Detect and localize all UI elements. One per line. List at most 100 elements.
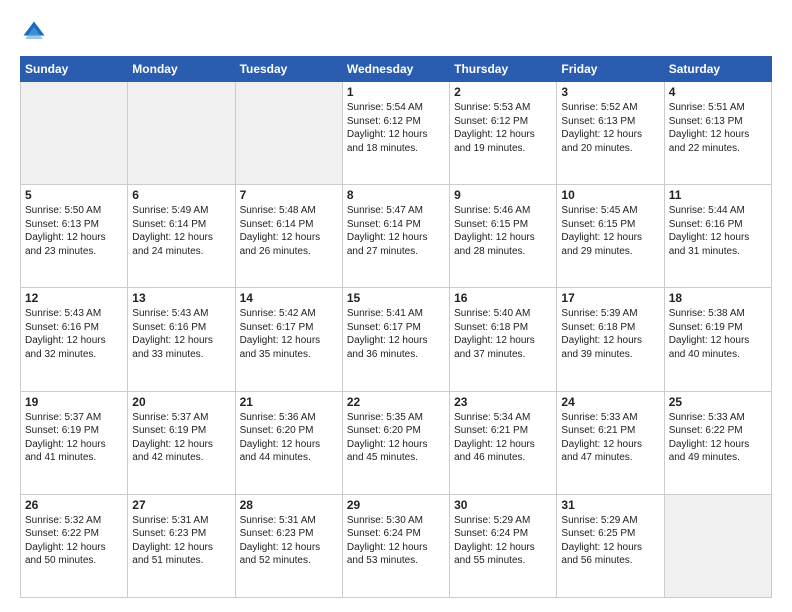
- day-number: 9: [454, 188, 552, 202]
- day-number: 8: [347, 188, 445, 202]
- calendar-cell: 10 Sunrise: 5:45 AMSunset: 6:15 PMDayligh…: [557, 185, 664, 288]
- calendar-cell: 21 Sunrise: 5:36 AMSunset: 6:20 PMDayligh…: [235, 391, 342, 494]
- page: SundayMondayTuesdayWednesdayThursdayFrid…: [0, 0, 792, 612]
- calendar-week-row: 19 Sunrise: 5:37 AMSunset: 6:19 PMDayligh…: [21, 391, 772, 494]
- calendar-cell: 16 Sunrise: 5:40 AMSunset: 6:18 PMDayligh…: [450, 288, 557, 391]
- cell-info: Sunrise: 5:29 AMSunset: 6:24 PMDaylight:…: [454, 514, 552, 568]
- calendar-cell: [664, 494, 771, 597]
- cell-info: Sunrise: 5:43 AMSunset: 6:16 PMDaylight:…: [132, 307, 230, 361]
- cell-info: Sunrise: 5:49 AMSunset: 6:14 PMDaylight:…: [132, 204, 230, 258]
- calendar-week-row: 12 Sunrise: 5:43 AMSunset: 6:16 PMDayligh…: [21, 288, 772, 391]
- cell-info: Sunrise: 5:40 AMSunset: 6:18 PMDaylight:…: [454, 307, 552, 361]
- calendar-cell: [235, 82, 342, 185]
- day-number: 31: [561, 498, 659, 512]
- calendar-cell: 3Sunrise: 5:52 AMSunset: 6:13 PMDaylight…: [557, 82, 664, 185]
- calendar-cell: 14 Sunrise: 5:42 AMSunset: 6:17 PMDayligh…: [235, 288, 342, 391]
- cell-info: Sunrise: 5:46 AMSunset: 6:15 PMDaylight:…: [454, 204, 552, 258]
- calendar-cell: 26 Sunrise: 5:32 AMSunset: 6:22 PMDayligh…: [21, 494, 128, 597]
- weekday-header: Friday: [557, 57, 664, 82]
- day-number: 10: [561, 188, 659, 202]
- calendar-cell: 8Sunrise: 5:47 AMSunset: 6:14 PMDaylight…: [342, 185, 449, 288]
- cell-info: Sunrise: 5:37 AMSunset: 6:19 PMDaylight:…: [132, 411, 230, 465]
- calendar-cell: 15 Sunrise: 5:41 AMSunset: 6:17 PMDayligh…: [342, 288, 449, 391]
- cell-info: Sunrise: 5:32 AMSunset: 6:22 PMDaylight:…: [25, 514, 123, 568]
- cell-info: Sunrise: 5:51 AMSunset: 6:13 PMDaylight:…: [669, 101, 767, 155]
- cell-info: Sunrise: 5:33 AMSunset: 6:21 PMDaylight:…: [561, 411, 659, 465]
- weekday-header: Monday: [128, 57, 235, 82]
- calendar-cell: 25Sunrise: 5:33 AMSunset: 6:22 PMDayligh…: [664, 391, 771, 494]
- day-number: 3: [561, 85, 659, 99]
- calendar-cell: 22Sunrise: 5:35 AMSunset: 6:20 PMDayligh…: [342, 391, 449, 494]
- calendar-week-row: 5 Sunrise: 5:50 AMSunset: 6:13 PMDaylight…: [21, 185, 772, 288]
- weekday-header: Sunday: [21, 57, 128, 82]
- calendar-cell: 9 Sunrise: 5:46 AMSunset: 6:15 PMDaylight…: [450, 185, 557, 288]
- calendar-cell: 7 Sunrise: 5:48 AMSunset: 6:14 PMDaylight…: [235, 185, 342, 288]
- day-number: 29: [347, 498, 445, 512]
- calendar-cell: 2Sunrise: 5:53 AMSunset: 6:12 PMDaylight…: [450, 82, 557, 185]
- calendar-cell: 27 Sunrise: 5:31 AMSunset: 6:23 PMDayligh…: [128, 494, 235, 597]
- day-number: 11: [669, 188, 767, 202]
- day-number: 21: [240, 395, 338, 409]
- day-number: 23: [454, 395, 552, 409]
- cell-info: Sunrise: 5:38 AMSunset: 6:19 PMDaylight:…: [669, 307, 767, 361]
- day-number: 5: [25, 188, 123, 202]
- cell-info: Sunrise: 5:41 AMSunset: 6:17 PMDaylight:…: [347, 307, 445, 361]
- weekday-header: Tuesday: [235, 57, 342, 82]
- day-number: 20: [132, 395, 230, 409]
- cell-info: Sunrise: 5:44 AMSunset: 6:16 PMDaylight:…: [669, 204, 767, 258]
- calendar-cell: 12 Sunrise: 5:43 AMSunset: 6:16 PMDayligh…: [21, 288, 128, 391]
- cell-info: Sunrise: 5:30 AMSunset: 6:24 PMDaylight:…: [347, 514, 445, 568]
- cell-info: Sunrise: 5:31 AMSunset: 6:23 PMDaylight:…: [240, 514, 338, 568]
- cell-info: Sunrise: 5:48 AMSunset: 6:14 PMDaylight:…: [240, 204, 338, 258]
- calendar-cell: 13Sunrise: 5:43 AMSunset: 6:16 PMDayligh…: [128, 288, 235, 391]
- day-number: 28: [240, 498, 338, 512]
- calendar-cell: 1 Sunrise: 5:54 AMSunset: 6:12 PMDaylight…: [342, 82, 449, 185]
- day-number: 17: [561, 291, 659, 305]
- cell-info: Sunrise: 5:42 AMSunset: 6:17 PMDaylight:…: [240, 307, 338, 361]
- calendar-cell: [21, 82, 128, 185]
- day-number: 15: [347, 291, 445, 305]
- calendar-cell: 23 Sunrise: 5:34 AMSunset: 6:21 PMDayligh…: [450, 391, 557, 494]
- calendar-cell: 4 Sunrise: 5:51 AMSunset: 6:13 PMDaylight…: [664, 82, 771, 185]
- day-number: 1: [347, 85, 445, 99]
- day-number: 25: [669, 395, 767, 409]
- cell-info: Sunrise: 5:50 AMSunset: 6:13 PMDaylight:…: [25, 204, 123, 258]
- cell-info: Sunrise: 5:43 AMSunset: 6:16 PMDaylight:…: [25, 307, 123, 361]
- cell-info: Sunrise: 5:45 AMSunset: 6:15 PMDaylight:…: [561, 204, 659, 258]
- calendar-cell: [128, 82, 235, 185]
- day-number: 19: [25, 395, 123, 409]
- day-number: 16: [454, 291, 552, 305]
- day-number: 27: [132, 498, 230, 512]
- calendar-cell: 31 Sunrise: 5:29 AMSunset: 6:25 PMDayligh…: [557, 494, 664, 597]
- calendar-table: SundayMondayTuesdayWednesdayThursdayFrid…: [20, 56, 772, 598]
- logo: [20, 18, 52, 46]
- cell-info: Sunrise: 5:54 AMSunset: 6:12 PMDaylight:…: [347, 101, 445, 155]
- day-number: 26: [25, 498, 123, 512]
- cell-info: Sunrise: 5:31 AMSunset: 6:23 PMDaylight:…: [132, 514, 230, 568]
- day-number: 14: [240, 291, 338, 305]
- day-number: 24: [561, 395, 659, 409]
- cell-info: Sunrise: 5:36 AMSunset: 6:20 PMDaylight:…: [240, 411, 338, 465]
- cell-info: Sunrise: 5:29 AMSunset: 6:25 PMDaylight:…: [561, 514, 659, 568]
- cell-info: Sunrise: 5:39 AMSunset: 6:18 PMDaylight:…: [561, 307, 659, 361]
- cell-info: Sunrise: 5:34 AMSunset: 6:21 PMDaylight:…: [454, 411, 552, 465]
- day-number: 12: [25, 291, 123, 305]
- day-number: 6: [132, 188, 230, 202]
- day-number: 30: [454, 498, 552, 512]
- cell-info: Sunrise: 5:35 AMSunset: 6:20 PMDaylight:…: [347, 411, 445, 465]
- calendar-cell: 28 Sunrise: 5:31 AMSunset: 6:23 PMDayligh…: [235, 494, 342, 597]
- calendar-cell: 6 Sunrise: 5:49 AMSunset: 6:14 PMDaylight…: [128, 185, 235, 288]
- calendar-week-row: 26 Sunrise: 5:32 AMSunset: 6:22 PMDayligh…: [21, 494, 772, 597]
- calendar-cell: 17 Sunrise: 5:39 AMSunset: 6:18 PMDayligh…: [557, 288, 664, 391]
- calendar-week-row: 1 Sunrise: 5:54 AMSunset: 6:12 PMDaylight…: [21, 82, 772, 185]
- weekday-header-row: SundayMondayTuesdayWednesdayThursdayFrid…: [21, 57, 772, 82]
- weekday-header: Thursday: [450, 57, 557, 82]
- day-number: 4: [669, 85, 767, 99]
- calendar-cell: 18 Sunrise: 5:38 AMSunset: 6:19 PMDayligh…: [664, 288, 771, 391]
- calendar-cell: 29 Sunrise: 5:30 AMSunset: 6:24 PMDayligh…: [342, 494, 449, 597]
- weekday-header: Saturday: [664, 57, 771, 82]
- day-number: 18: [669, 291, 767, 305]
- calendar-cell: 24 Sunrise: 5:33 AMSunset: 6:21 PMDayligh…: [557, 391, 664, 494]
- logo-icon: [20, 18, 48, 46]
- day-number: 7: [240, 188, 338, 202]
